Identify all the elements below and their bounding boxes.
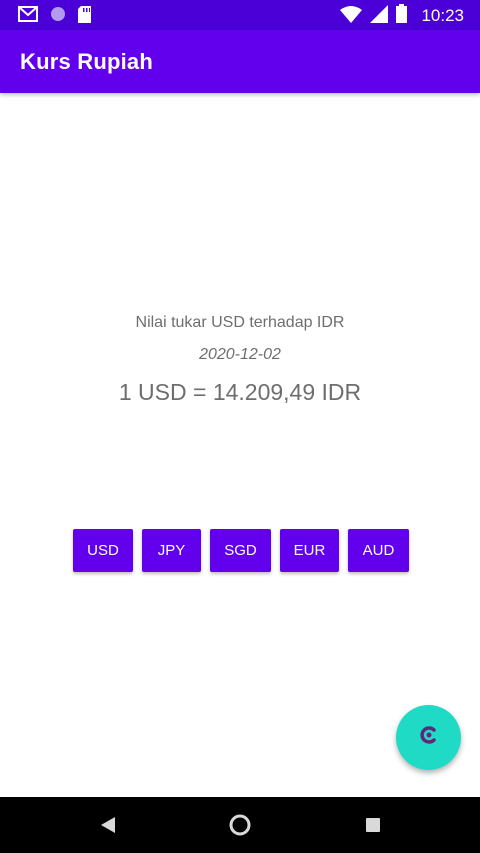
refresh-fab[interactable] <box>396 705 461 770</box>
status-bar: 10:23 <box>0 0 480 30</box>
eur-button[interactable]: EUR <box>280 529 339 572</box>
navigation-bar <box>0 797 480 853</box>
back-icon[interactable] <box>99 816 117 834</box>
jpy-button[interactable]: JPY <box>142 529 201 572</box>
home-icon[interactable] <box>229 814 251 836</box>
sd-card-icon <box>78 5 92 28</box>
rate-date: 2020-12-02 <box>199 346 281 363</box>
usd-button[interactable]: USD <box>73 529 133 572</box>
aud-button[interactable]: AUD <box>348 529 409 572</box>
battery-icon <box>396 4 408 28</box>
signal-icon <box>370 4 389 28</box>
currency-button-row: USD JPY SGD EUR AUD <box>73 529 409 572</box>
app-screen: 10:23 Kurs Rupiah Nilai tukar USD terhad… <box>0 0 480 853</box>
rate-label: Nilai tukar USD terhadap IDR <box>135 314 345 331</box>
app-title: Kurs Rupiah <box>20 49 153 74</box>
refresh-icon <box>417 723 441 752</box>
status-icons-left <box>18 5 92 28</box>
circle-icon <box>50 6 66 27</box>
status-time: 10:23 <box>421 6 464 25</box>
rate-value: 1 USD = 14.209,49 IDR <box>118 379 362 405</box>
recents-icon[interactable] <box>366 818 380 832</box>
wifi-icon <box>340 5 363 28</box>
sgd-button[interactable]: SGD <box>210 529 271 572</box>
status-icons-right: 10:23 <box>340 4 464 28</box>
app-bar: Kurs Rupiah <box>0 30 480 93</box>
gmail-icon <box>18 5 38 28</box>
